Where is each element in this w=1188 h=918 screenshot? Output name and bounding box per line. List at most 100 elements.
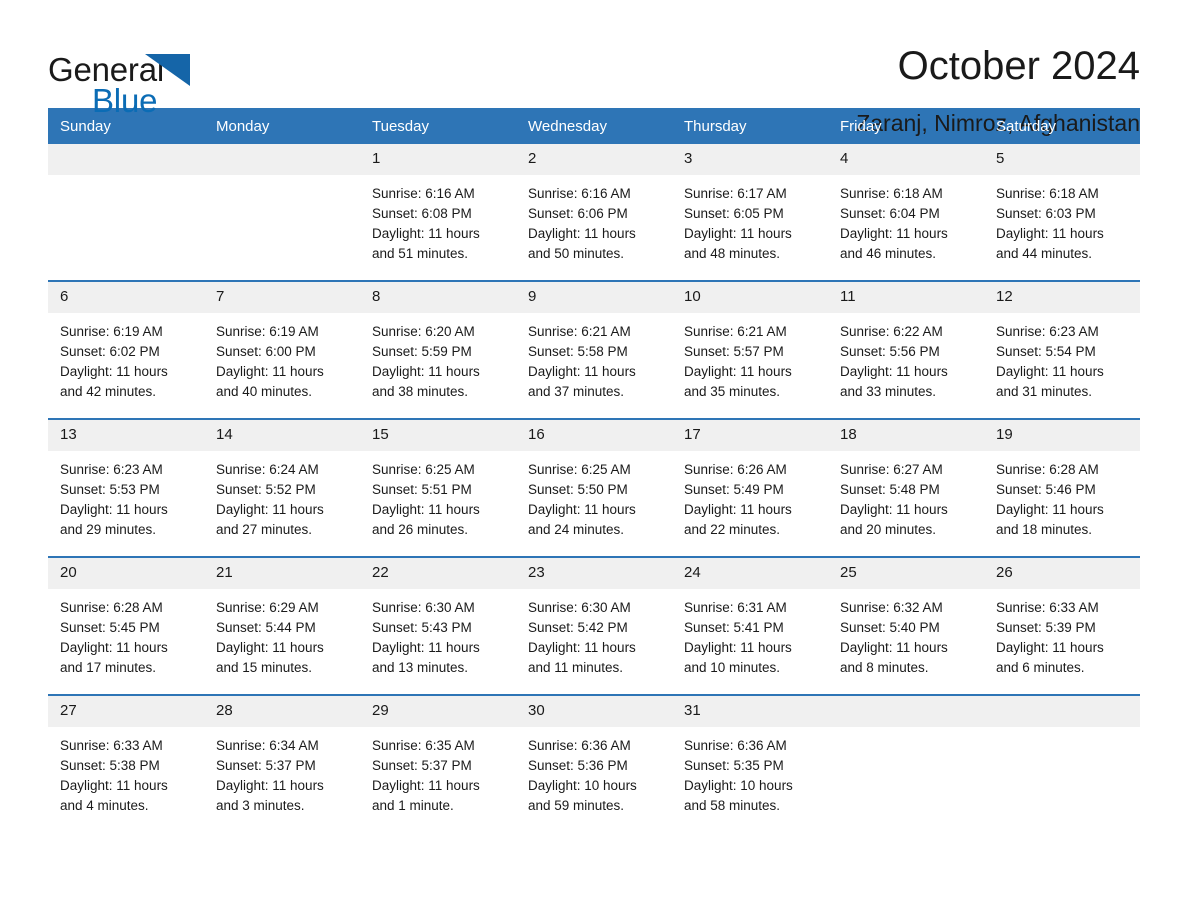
sunrise-text: Sunrise: 6:26 AM	[684, 462, 787, 477]
calendar-day-cell[interactable]: 31 Sunrise: 6:36 AM Sunset: 5:35 PM Dayligh…	[672, 694, 828, 832]
daylight-text-line1: Daylight: 11 hours	[372, 502, 480, 517]
calendar-week-row: 27 Sunrise: 6:33 AM Sunset: 5:38 PM Dayligh…	[48, 694, 1140, 832]
page-header: General Blue October 2024 Zaranj, Nimroz…	[48, 0, 1140, 136]
calendar-day-cell[interactable]: 18 Sunrise: 6:27 AM Sunset: 5:48 PM Dayligh…	[828, 418, 984, 557]
day-number: 23	[516, 558, 672, 589]
calendar-day-cell[interactable]: 1 Sunrise: 6:16 AM Sunset: 6:08 PM Daylight…	[360, 144, 516, 281]
daylight-text-line1: Daylight: 11 hours	[216, 640, 324, 655]
calendar-day-cell[interactable]: 5 Sunrise: 6:18 AM Sunset: 6:03 PM Daylight…	[984, 144, 1140, 281]
calendar-day-cell-empty	[204, 144, 360, 281]
day-detail: Sunrise: 6:23 AM Sunset: 5:53 PM Daylight:…	[48, 451, 204, 556]
sunrise-text: Sunrise: 6:35 AM	[372, 738, 475, 753]
calendar-day-cell[interactable]: 12 Sunrise: 6:23 AM Sunset: 5:54 PM Dayligh…	[984, 280, 1140, 419]
sunrise-text: Sunrise: 6:32 AM	[840, 600, 943, 615]
page-title: October 2024	[897, 44, 1140, 88]
daylight-text-line2: and 20 minutes.	[840, 522, 937, 537]
day-number: 20	[48, 558, 204, 589]
daylight-text-line1: Daylight: 10 hours	[684, 778, 793, 793]
daylight-text-line2: and 35 minutes.	[684, 384, 781, 399]
day-number: 11	[828, 282, 984, 313]
day-detail: Sunrise: 6:30 AM Sunset: 5:42 PM Daylight:…	[516, 589, 672, 694]
calendar-day-cell[interactable]: 3 Sunrise: 6:17 AM Sunset: 6:05 PM Daylight…	[672, 144, 828, 281]
daylight-text-line1: Daylight: 11 hours	[528, 364, 636, 379]
sunrise-text: Sunrise: 6:19 AM	[216, 324, 319, 339]
day-detail: Sunrise: 6:22 AM Sunset: 5:56 PM Daylight:…	[828, 313, 984, 418]
calendar-day-cell[interactable]: 14 Sunrise: 6:24 AM Sunset: 5:52 PM Dayligh…	[204, 418, 360, 557]
sunset-text: Sunset: 6:03 PM	[996, 206, 1096, 221]
daylight-text-line1: Daylight: 11 hours	[216, 364, 324, 379]
calendar-day-cell[interactable]: 16 Sunrise: 6:25 AM Sunset: 5:50 PM Dayligh…	[516, 418, 672, 557]
daylight-text-line2: and 46 minutes.	[840, 246, 937, 261]
calendar-day-cell[interactable]: 29 Sunrise: 6:35 AM Sunset: 5:37 PM Dayligh…	[360, 694, 516, 832]
calendar-day-cell[interactable]: 8 Sunrise: 6:20 AM Sunset: 5:59 PM Daylight…	[360, 280, 516, 419]
daylight-text-line2: and 58 minutes.	[684, 798, 781, 813]
daylight-text-line2: and 3 minutes.	[216, 798, 305, 813]
daylight-text-line2: and 59 minutes.	[528, 798, 625, 813]
sunrise-text: Sunrise: 6:20 AM	[372, 324, 475, 339]
calendar-day-cell[interactable]: 21 Sunrise: 6:29 AM Sunset: 5:44 PM Dayligh…	[204, 556, 360, 695]
daylight-text-line1: Daylight: 11 hours	[60, 364, 168, 379]
day-number: 14	[204, 420, 360, 451]
sunrise-text: Sunrise: 6:33 AM	[60, 738, 163, 753]
calendar-day-cell[interactable]: 22 Sunrise: 6:30 AM Sunset: 5:43 PM Dayligh…	[360, 556, 516, 695]
logo-triangle-icon	[145, 54, 190, 86]
day-number: 17	[672, 420, 828, 451]
sunset-text: Sunset: 5:43 PM	[372, 620, 472, 635]
daylight-text-line1: Daylight: 11 hours	[216, 502, 324, 517]
calendar-day-cell[interactable]: 26 Sunrise: 6:33 AM Sunset: 5:39 PM Dayligh…	[984, 556, 1140, 695]
daylight-text-line2: and 31 minutes.	[996, 384, 1093, 399]
calendar-day-cell[interactable]: 6 Sunrise: 6:19 AM Sunset: 6:02 PM Daylight…	[48, 280, 204, 419]
calendar-day-cell[interactable]: 17 Sunrise: 6:26 AM Sunset: 5:49 PM Dayligh…	[672, 418, 828, 557]
day-number: 7	[204, 282, 360, 313]
calendar-day-cell[interactable]: 27 Sunrise: 6:33 AM Sunset: 5:38 PM Dayligh…	[48, 694, 204, 832]
day-detail: Sunrise: 6:27 AM Sunset: 5:48 PM Daylight:…	[828, 451, 984, 556]
calendar-day-cell[interactable]: 9 Sunrise: 6:21 AM Sunset: 5:58 PM Daylight…	[516, 280, 672, 419]
sunset-text: Sunset: 5:38 PM	[60, 758, 160, 773]
day-number: 4	[828, 144, 984, 175]
day-detail: Sunrise: 6:33 AM Sunset: 5:38 PM Daylight:…	[48, 727, 204, 832]
daylight-text-line2: and 1 minute.	[372, 798, 454, 813]
calendar-day-cell[interactable]: 20 Sunrise: 6:28 AM Sunset: 5:45 PM Dayligh…	[48, 556, 204, 695]
calendar-day-cell[interactable]: 10 Sunrise: 6:21 AM Sunset: 5:57 PM Dayligh…	[672, 280, 828, 419]
daylight-text-line2: and 11 minutes.	[528, 660, 624, 675]
daylight-text-line1: Daylight: 11 hours	[684, 364, 792, 379]
sunrise-text: Sunrise: 6:28 AM	[60, 600, 163, 615]
day-detail: Sunrise: 6:28 AM Sunset: 5:46 PM Daylight:…	[984, 451, 1140, 556]
sunrise-sunset-calendar: Sunday Monday Tuesday Wednesday Thursday…	[48, 108, 1140, 832]
calendar-day-cell[interactable]: 15 Sunrise: 6:25 AM Sunset: 5:51 PM Dayligh…	[360, 418, 516, 557]
sunset-text: Sunset: 5:44 PM	[216, 620, 316, 635]
day-detail: Sunrise: 6:20 AM Sunset: 5:59 PM Daylight:…	[360, 313, 516, 418]
calendar-day-cell[interactable]: 13 Sunrise: 6:23 AM Sunset: 5:53 PM Dayligh…	[48, 418, 204, 557]
sunset-text: Sunset: 5:36 PM	[528, 758, 628, 773]
day-number: 25	[828, 558, 984, 589]
daylight-text-line1: Daylight: 11 hours	[372, 364, 480, 379]
calendar-day-cell[interactable]: 30 Sunrise: 6:36 AM Sunset: 5:36 PM Dayligh…	[516, 694, 672, 832]
sunrise-text: Sunrise: 6:19 AM	[60, 324, 163, 339]
daylight-text-line2: and 10 minutes.	[684, 660, 781, 675]
sunset-text: Sunset: 5:58 PM	[528, 344, 628, 359]
daylight-text-line2: and 42 minutes.	[60, 384, 157, 399]
calendar-day-cell[interactable]: 23 Sunrise: 6:30 AM Sunset: 5:42 PM Dayligh…	[516, 556, 672, 695]
calendar-day-cell[interactable]: 4 Sunrise: 6:18 AM Sunset: 6:04 PM Daylight…	[828, 144, 984, 281]
sunrise-text: Sunrise: 6:36 AM	[528, 738, 631, 753]
calendar-day-cell[interactable]: 19 Sunrise: 6:28 AM Sunset: 5:46 PM Dayligh…	[984, 418, 1140, 557]
daylight-text-line2: and 29 minutes.	[60, 522, 157, 537]
daylight-text-line2: and 6 minutes.	[996, 660, 1085, 675]
calendar-day-cell[interactable]: 2 Sunrise: 6:16 AM Sunset: 6:06 PM Daylight…	[516, 144, 672, 281]
daylight-text-line2: and 8 minutes.	[840, 660, 929, 675]
sunset-text: Sunset: 5:37 PM	[372, 758, 472, 773]
calendar-week-row: 20 Sunrise: 6:28 AM Sunset: 5:45 PM Dayligh…	[48, 556, 1140, 695]
calendar-day-cell[interactable]: 24 Sunrise: 6:31 AM Sunset: 5:41 PM Dayligh…	[672, 556, 828, 695]
day-detail: Sunrise: 6:19 AM Sunset: 6:02 PM Daylight:…	[48, 313, 204, 418]
day-detail: Sunrise: 6:21 AM Sunset: 5:57 PM Daylight:…	[672, 313, 828, 418]
sunset-text: Sunset: 5:41 PM	[684, 620, 784, 635]
day-detail: Sunrise: 6:16 AM Sunset: 6:08 PM Daylight:…	[360, 175, 516, 280]
day-detail: Sunrise: 6:25 AM Sunset: 5:51 PM Daylight:…	[360, 451, 516, 556]
daylight-text-line2: and 44 minutes.	[996, 246, 1093, 261]
calendar-day-cell[interactable]: 25 Sunrise: 6:32 AM Sunset: 5:40 PM Dayligh…	[828, 556, 984, 695]
sunset-text: Sunset: 5:48 PM	[840, 482, 940, 497]
calendar-day-cell[interactable]: 7 Sunrise: 6:19 AM Sunset: 6:00 PM Daylight…	[204, 280, 360, 419]
sunset-text: Sunset: 5:37 PM	[216, 758, 316, 773]
calendar-day-cell[interactable]: 11 Sunrise: 6:22 AM Sunset: 5:56 PM Dayligh…	[828, 280, 984, 419]
calendar-day-cell[interactable]: 28 Sunrise: 6:34 AM Sunset: 5:37 PM Dayligh…	[204, 694, 360, 832]
